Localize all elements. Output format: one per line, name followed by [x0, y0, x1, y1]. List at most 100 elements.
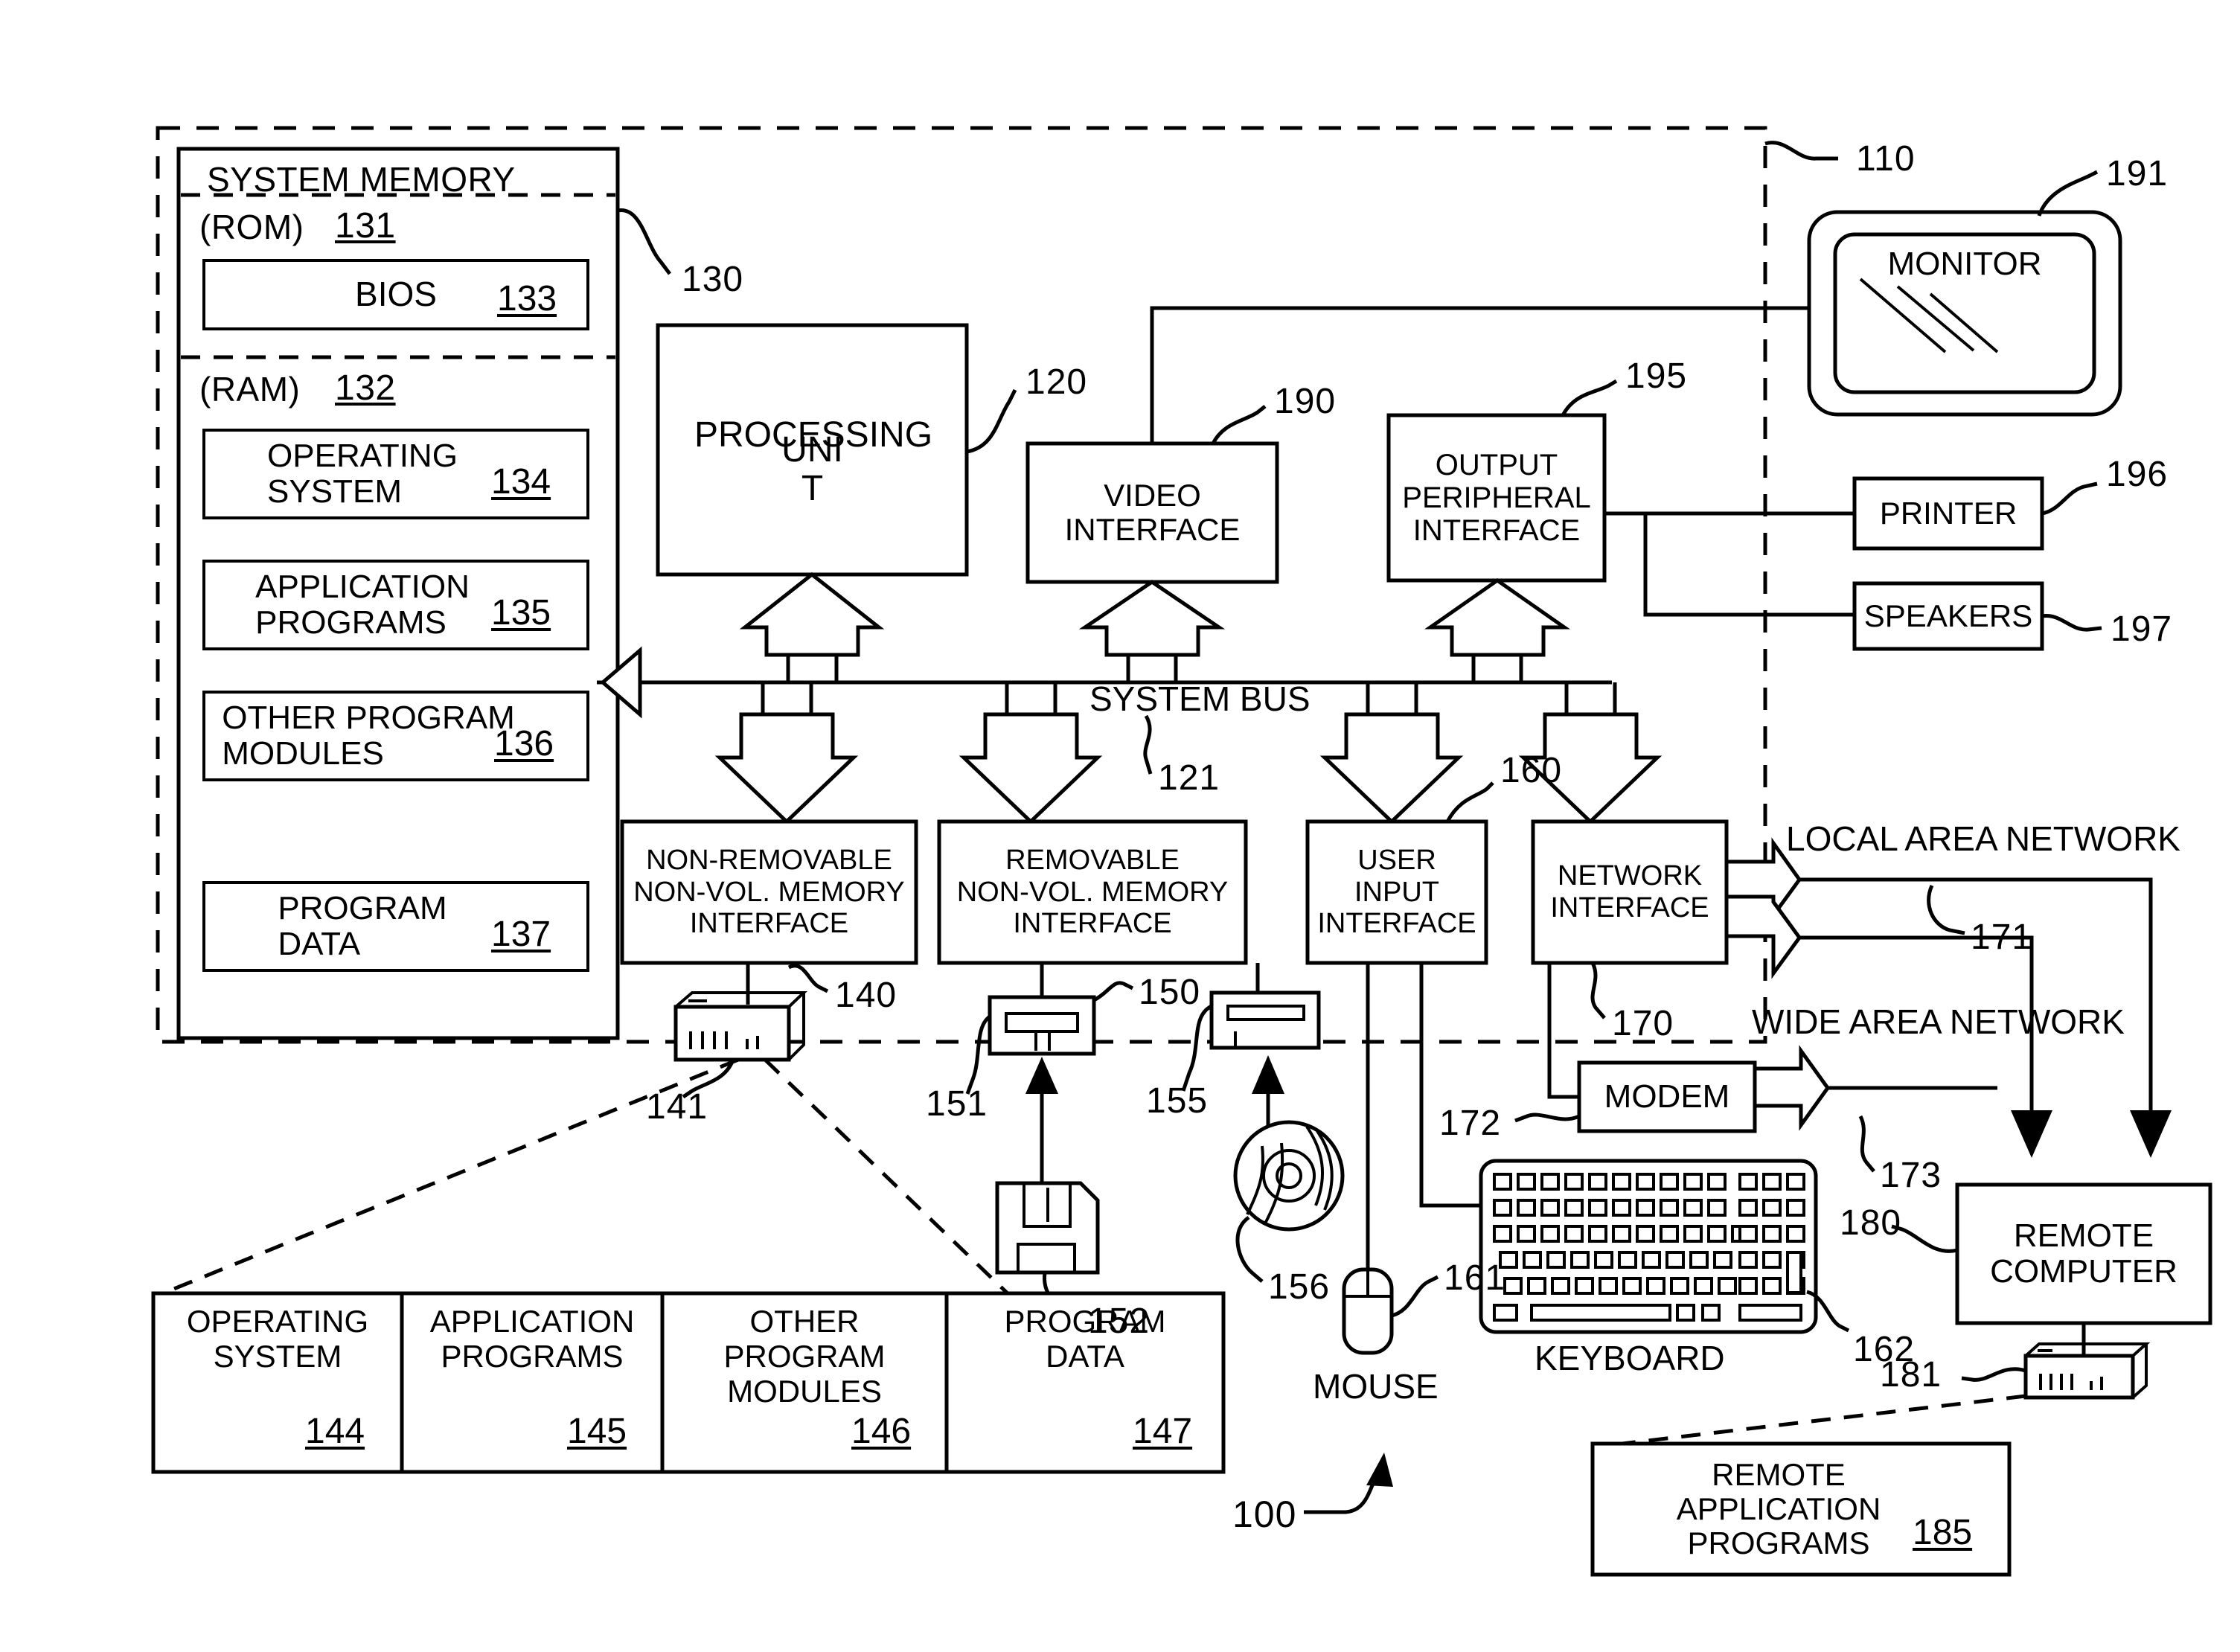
ref-exploded-147: 147 — [1133, 1412, 1193, 1451]
exploded-cell-line2: SYSTEM — [213, 1339, 342, 1374]
remote-application-programs-box: REMOTE APPLICATION PROGRAMS — [1593, 1444, 2009, 1575]
exploded-cell-line2: DATA — [1046, 1339, 1124, 1374]
user-input-line2: INPUT — [1354, 876, 1439, 908]
ref-computer-boundary: 110 — [1856, 139, 1916, 179]
remote-apps-line1: REMOTE — [1712, 1456, 1846, 1492]
non-removable-line1: NON-REMOVABLE — [646, 845, 892, 877]
ref-optical-disc: 156 — [1268, 1267, 1331, 1307]
ref-lan: 171 — [1971, 918, 2033, 957]
processing-unit-line2: UNI — [781, 430, 843, 470]
ref-remote-application-programs: 185 — [1913, 1513, 1973, 1552]
patent-figure-canvas: .s{stroke:#000;fill:none;stroke-width:5;… — [0, 0, 2240, 1652]
exploded-cell-line1: OTHER PROGRAM — [723, 1304, 886, 1374]
monitor-label: MONITOR — [1887, 246, 2042, 282]
wan-label: WIDE AREA NETWORK — [1752, 1002, 2125, 1041]
ref-ram-item-135: 135 — [491, 593, 551, 633]
ref-exploded-145: 145 — [567, 1412, 627, 1451]
video-interface-box: VIDEO INTERFACE — [1028, 444, 1277, 582]
removable-line1: REMOVABLE — [1005, 845, 1180, 877]
ref-network-interface: 170 — [1612, 1004, 1674, 1043]
ref-optical-drive: 155 — [1146, 1081, 1209, 1121]
ram-label: (RAM) — [199, 370, 301, 409]
ram-item-line2: SYSTEM — [267, 473, 402, 510]
rom-label: (ROM) — [199, 208, 304, 246]
ref-floppy-drive: 151 — [926, 1084, 988, 1124]
ref-modem: 172 — [1439, 1104, 1502, 1143]
removable-line3: INTERFACE — [1013, 908, 1172, 940]
exploded-cell-program-data: PROGRAM DATA — [951, 1304, 1219, 1374]
remote-computer-box: REMOTE COMPUTER — [1957, 1185, 2210, 1323]
ram-item-line1: OTHER PROGRAM — [222, 699, 515, 737]
exploded-cell-line1: OPERATING — [186, 1304, 369, 1339]
ref-user-input-interface: 160 — [1500, 751, 1563, 790]
network-line2: INTERFACE — [1550, 892, 1709, 923]
exploded-cell-application-programs: APPLICATION PROGRAMS — [406, 1304, 658, 1374]
ref-non-removable-interface: 140 — [835, 976, 897, 1015]
ref-rom: 131 — [335, 206, 396, 246]
ref-mouse: 161 — [1444, 1258, 1506, 1298]
output-peripheral-line2: PERIPHERAL — [1402, 481, 1591, 514]
ram-item-line1: PROGRAM — [278, 890, 447, 927]
output-peripheral-line1: OUTPUT — [1435, 449, 1558, 481]
non-removable-line2: NON-VOL. MEMORY — [633, 876, 905, 908]
exploded-cell-line2: PROGRAMS — [441, 1339, 624, 1374]
exploded-cell-line1: APPLICATION — [429, 1304, 635, 1339]
processing-unit-line3: T — [801, 469, 824, 508]
ref-ram-item-136: 136 — [494, 724, 554, 763]
ram-item-line2: DATA — [278, 926, 361, 962]
speakers-label: SPEAKERS — [1863, 598, 2033, 633]
ref-ram-item-137: 137 — [491, 915, 551, 954]
exploded-cell-operating-system: OPERATING SYSTEM — [156, 1304, 399, 1374]
ref-wan: 173 — [1880, 1156, 1942, 1195]
modem-label: MODEM — [1604, 1078, 1730, 1115]
ram-item-line2: MODULES — [222, 735, 384, 772]
mouse-label: MOUSE — [1313, 1367, 1439, 1406]
ref-system-bus: 121 — [1158, 758, 1220, 798]
ref-system-memory: 130 — [682, 260, 744, 299]
ref-processing-unit: 120 — [1025, 362, 1088, 402]
keyboard-label: KEYBOARD — [1535, 1339, 1725, 1377]
ref-printer: 196 — [2106, 455, 2169, 494]
ref-video-interface: 190 — [1274, 382, 1337, 421]
ref-speakers: 197 — [2111, 609, 2173, 649]
output-peripheral-interface-box: OUTPUT PERIPHERAL INTERFACE — [1389, 415, 1604, 580]
ref-removable-interface: 150 — [1139, 973, 1201, 1012]
bios-label: BIOS — [355, 275, 437, 314]
exploded-cell-other-program-modules: OTHER PROGRAM MODULES — [667, 1304, 942, 1409]
non-removable-line3: INTERFACE — [689, 908, 849, 940]
ram-item-line1: APPLICATION — [255, 569, 470, 606]
removable-memory-interface-box: REMOVABLE NON-VOL. MEMORY INTERFACE — [939, 822, 1246, 963]
remote-computer-line2: COMPUTER — [1990, 1253, 2177, 1290]
network-line1: NETWORK — [1557, 860, 1703, 892]
processing-unit-box: PROCESSING UNI T — [658, 325, 967, 574]
ref-remote-memory-device: 181 — [1880, 1355, 1942, 1395]
system-bus-label: SYSTEM BUS — [1089, 679, 1311, 718]
ref-exploded-146: 146 — [851, 1412, 912, 1451]
remote-apps-line2: APPLICATION — [1676, 1491, 1881, 1526]
ref-monitor: 191 — [2106, 154, 2169, 193]
video-interface-line1: VIDEO — [1104, 477, 1201, 513]
exploded-cell-line2: MODULES — [727, 1374, 882, 1409]
remote-apps-line3: PROGRAMS — [1687, 1525, 1870, 1561]
user-input-line3: INTERFACE — [1317, 908, 1476, 940]
exploded-cell-line1: PROGRAM — [1004, 1304, 1166, 1339]
user-input-interface-box: USER INPUT INTERFACE — [1308, 822, 1486, 963]
ref-bios: 133 — [497, 279, 557, 318]
ref-hard-disk: 141 — [646, 1087, 708, 1127]
ref-output-peripheral-interface: 195 — [1625, 356, 1688, 396]
user-input-line1: USER — [1357, 845, 1436, 877]
video-interface-line2: INTERFACE — [1064, 512, 1241, 547]
ref-ram-item-134: 134 — [491, 462, 551, 502]
lan-label: LOCAL AREA NETWORK — [1786, 819, 2180, 858]
output-peripheral-line3: INTERFACE — [1412, 514, 1581, 547]
ref-overall-figure: 100 — [1232, 1493, 1297, 1535]
remote-computer-line1: REMOTE — [2013, 1217, 2154, 1254]
ref-exploded-144: 144 — [305, 1412, 365, 1451]
ref-remote-computer: 180 — [1840, 1203, 1902, 1243]
removable-line2: NON-VOL. MEMORY — [956, 876, 1229, 908]
ref-ram: 132 — [335, 368, 396, 408]
non-removable-memory-interface-box: NON-REMOVABLE NON-VOL. MEMORY INTERFACE — [622, 822, 916, 963]
printer-label: PRINTER — [1879, 496, 2017, 531]
system-memory-title: SYSTEM MEMORY — [207, 160, 516, 199]
network-interface-box: NETWORK INTERFACE — [1533, 822, 1727, 963]
